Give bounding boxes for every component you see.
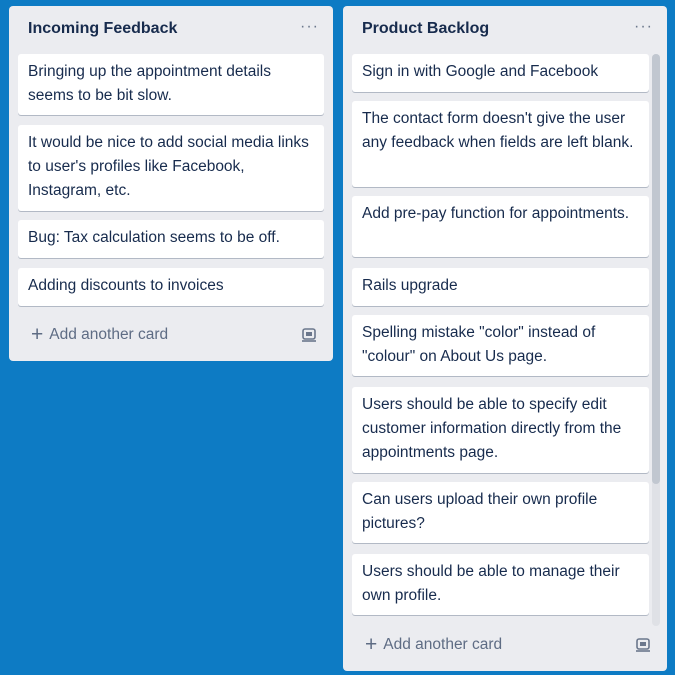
scrollbar[interactable] — [652, 54, 660, 626]
plus-icon: + — [365, 633, 378, 656]
ellipsis-icon[interactable]: ··· — [634, 18, 653, 36]
card[interactable]: The contact form doesn't give the user a… — [352, 101, 649, 187]
card[interactable]: Users should be able to specify edit cus… — [352, 387, 649, 473]
ellipsis-icon[interactable]: ··· — [300, 18, 319, 36]
board: Incoming Feedback ··· Bringing up the ap… — [0, 0, 675, 675]
card-template-icon[interactable] — [301, 328, 317, 342]
card-template-icon[interactable] — [635, 638, 651, 652]
card[interactable]: Can users upload their own profile pictu… — [352, 482, 649, 543]
card[interactable]: Spelling mistake "color" instead of "col… — [352, 315, 649, 376]
card[interactable]: Rails upgrade — [352, 268, 649, 306]
card[interactable]: Bringing up the appointment details seem… — [18, 54, 324, 115]
card[interactable]: Bug: Tax calculation seems to be off. — [18, 220, 324, 258]
card[interactable]: Adding discounts to invoices — [18, 268, 324, 306]
card[interactable]: Sign in with Google and Facebook — [352, 54, 649, 92]
card[interactable]: It would be nice to add social media lin… — [18, 125, 324, 211]
add-card-label: Add another card — [49, 325, 169, 343]
add-card-label: Add another card — [383, 635, 503, 653]
plus-icon: + — [31, 323, 44, 346]
list-incoming-feedback: Incoming Feedback ··· Bringing up the ap… — [9, 6, 333, 361]
card[interactable]: Users should be able to manage their own… — [352, 554, 649, 615]
list-product-backlog: Product Backlog ··· Sign in with Google … — [343, 6, 667, 671]
card[interactable]: Add pre-pay function for appointments. — [352, 196, 649, 257]
add-card-button[interactable]: + Add another card — [365, 634, 502, 655]
add-card-button[interactable]: + Add another card — [31, 324, 168, 345]
scrollbar-thumb[interactable] — [652, 54, 660, 484]
list-title[interactable]: Incoming Feedback — [28, 20, 177, 38]
list-title[interactable]: Product Backlog — [362, 20, 489, 38]
